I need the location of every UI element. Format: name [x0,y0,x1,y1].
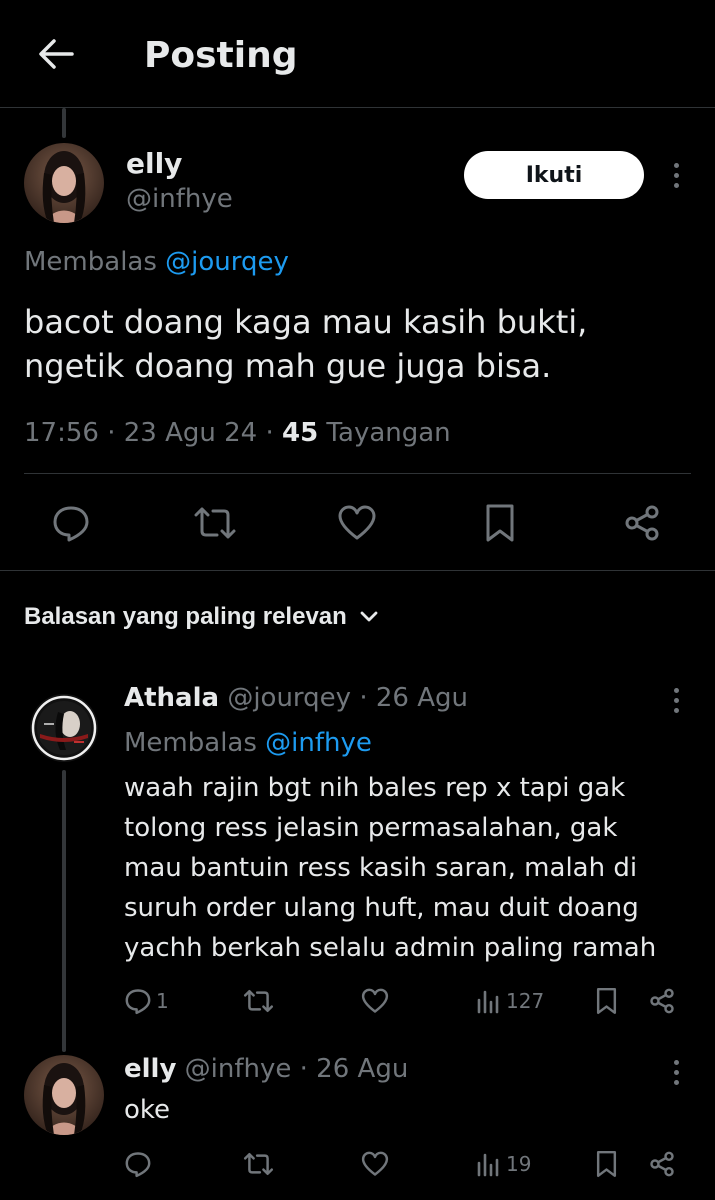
thread-connector-line [62,108,66,138]
repost-icon [243,1152,274,1176]
share-button[interactable] [648,1147,676,1181]
avatar-image [24,143,104,223]
reply-count: 1 [156,989,169,1013]
divider [0,570,715,571]
reply-text-line: yachh berkah selalu admin paling ramah [124,933,657,963]
more-options-button[interactable] [666,1052,686,1092]
arrow-left-icon [39,39,74,69]
reply-text-line: mau bantuin ress kasih saran, malah di [124,853,638,883]
reply-button[interactable] [46,498,96,548]
views-count: 127 [506,989,545,1013]
like-button[interactable] [361,1147,389,1181]
avatar[interactable] [24,1055,104,1135]
more-options-button[interactable] [666,155,686,195]
avatar[interactable] [30,694,98,762]
bookmark-icon [486,504,514,542]
reply-text-line: tolong ress jelasin permasalahan, gak [124,813,618,843]
reply-header: elly @infhye · 26 Agu [124,1052,408,1086]
reply-text-line: suruh order ulang huft, mau duit doang [124,893,639,923]
reply-icon [53,506,89,542]
views-count: 45 [281,418,319,448]
post-text: bacot doang kaga mau kasih bukti, ngetik… [24,300,684,388]
reply-author-name[interactable]: elly [124,1054,176,1084]
replying-prefix: Membalas [124,728,257,758]
replying-to: Membalas @jourqey [24,245,289,279]
analytics-icon [477,990,499,1014]
replying-prefix: Membalas [24,247,157,277]
views-label: Tayangan [318,418,451,448]
post-text-line: bacot doang kaga mau kasih bukti, [24,303,588,341]
bookmark-button[interactable] [594,984,619,1018]
repost-icon [243,989,274,1013]
author-name[interactable]: elly [126,146,182,182]
repost-icon [194,507,236,539]
follow-button[interactable]: Ikuti [464,151,644,199]
more-options-button[interactable] [666,680,686,720]
bookmark-button[interactable] [475,498,525,548]
reply-text-line: waah rajin bgt nih bales rep x tapi gak [124,773,626,803]
reply-icon [125,1152,151,1178]
sort-label: Balasan yang paling relevan [24,603,347,630]
reply-header: Athala @jourqey · 26 Agu [124,681,468,715]
reply-button[interactable]: 1 [124,984,169,1018]
reply-icon [125,989,151,1015]
reply-text: oke [124,1090,684,1130]
thread-connector-line [62,770,66,1052]
avatar-image [24,1055,104,1135]
bookmark-button[interactable] [594,1147,619,1181]
share-icon [650,1151,674,1177]
share-icon [625,505,659,541]
author-handle[interactable]: @infhye [126,182,233,216]
reply-sort-dropdown[interactable]: Balasan yang paling relevan [24,600,379,634]
back-button[interactable] [34,34,78,74]
reply-text: waah rajin bgt nih bales rep x tapi gak … [124,768,684,968]
mention-link[interactable]: @jourqey [165,247,289,277]
top-app-bar: Posting [0,0,715,108]
views-count: 19 [506,1152,532,1176]
like-button[interactable] [361,984,389,1018]
views-button[interactable]: 19 [476,1147,531,1181]
reply-author-name[interactable]: Athala [124,683,219,713]
share-button[interactable] [617,498,667,548]
repost-button[interactable] [190,498,240,548]
reply-text-line: oke [124,1095,171,1125]
repost-button[interactable] [243,1147,274,1181]
replying-to: Membalas @infhye [124,726,372,760]
post-meta: 17:56 · 23 Agu 24 · 45 Tayangan [24,416,451,450]
analytics-icon [477,1153,499,1177]
repost-button[interactable] [243,984,274,1018]
like-icon [338,505,376,540]
reply-meta[interactable]: @infhye · 26 Agu [176,1054,409,1084]
share-button[interactable] [648,984,676,1018]
bookmark-icon [596,987,617,1015]
page-title: Posting [144,35,298,76]
like-icon [361,988,389,1013]
post-timestamp[interactable]: 17:56 · 23 Agu 24 · [24,418,282,448]
reply-button[interactable] [124,1147,152,1181]
like-icon [361,1151,389,1176]
post-text-line: ngetik doang mah gue juga bisa. [24,347,552,385]
views-button[interactable]: 127 [476,984,544,1018]
mention-link[interactable]: @infhye [265,728,372,758]
share-icon [650,988,674,1014]
like-button[interactable] [332,498,382,548]
chevron-down-icon [360,611,378,622]
bookmark-icon [596,1150,617,1178]
divider [24,473,691,474]
avatar-image [30,694,98,762]
avatar[interactable] [24,143,104,223]
reply-meta[interactable]: @jourqey · 26 Agu [219,683,468,713]
